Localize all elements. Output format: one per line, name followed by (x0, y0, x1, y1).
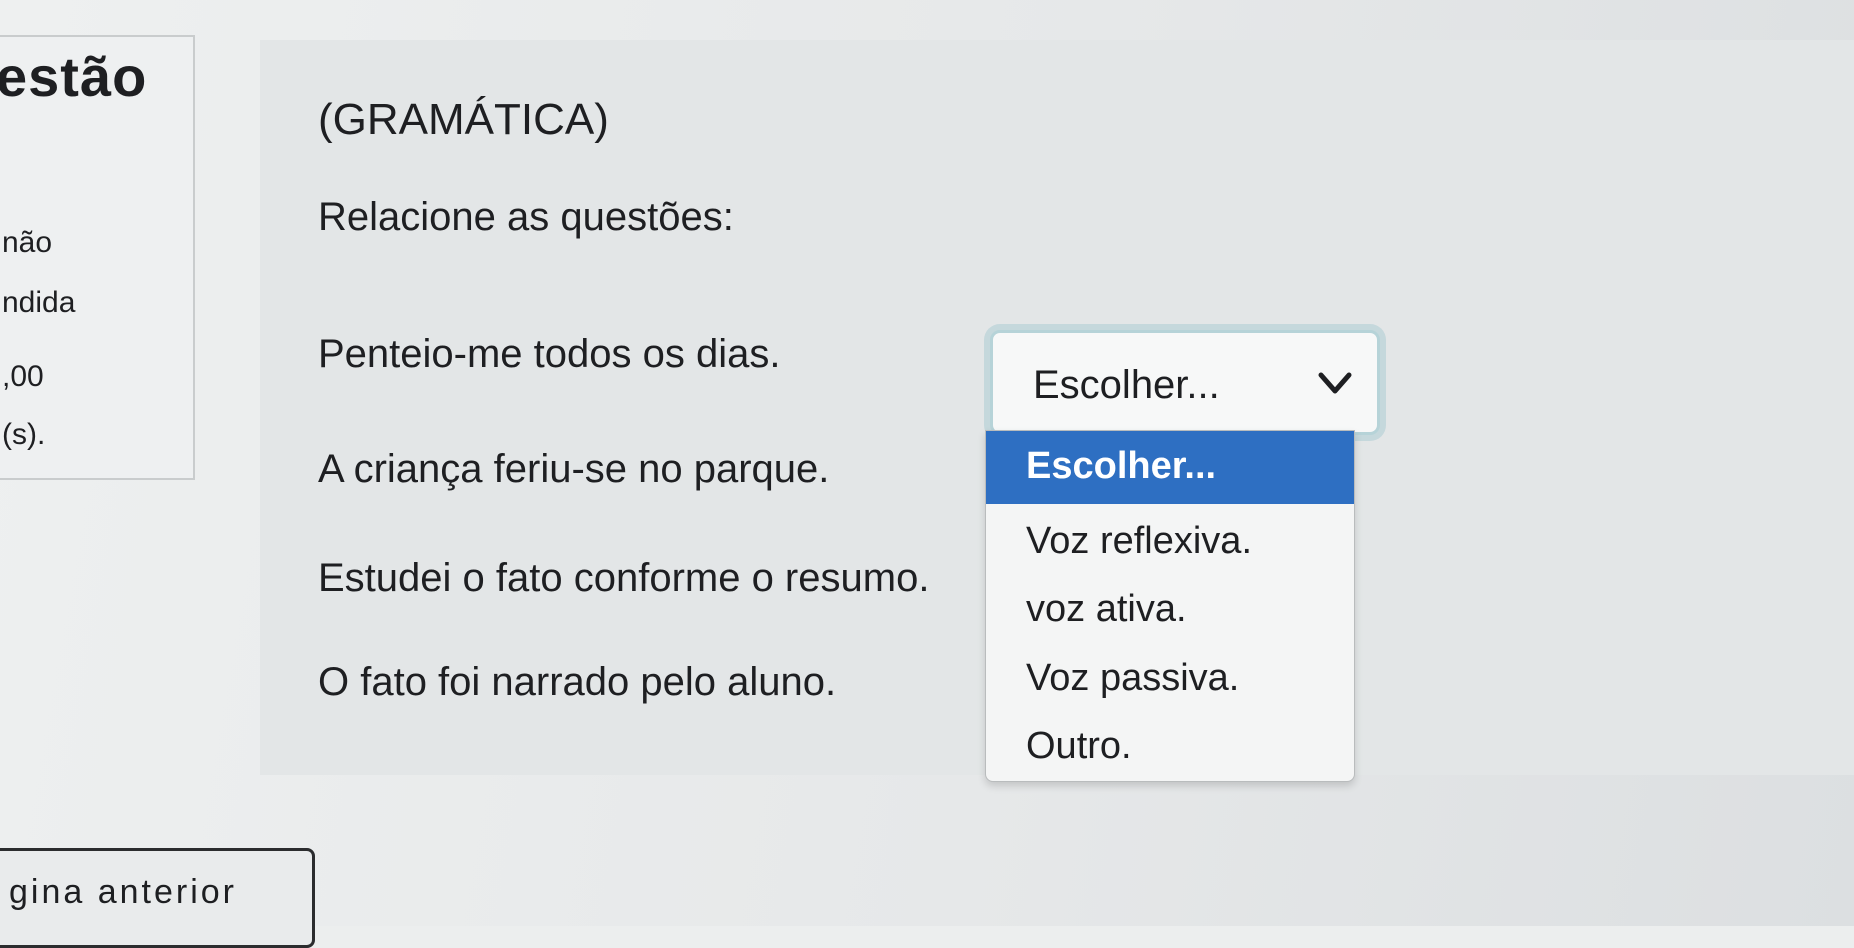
match-prompt-1: Penteio-me todos os dias. (318, 332, 781, 376)
question-instructions: Relacione as questões: (318, 195, 734, 239)
dropdown-option-voz-reflexiva[interactable]: Voz reflexiva. (986, 506, 1354, 576)
match-prompt-4: O fato foi narrado pelo aluno. (318, 660, 837, 704)
previous-page-button[interactable]: gina anterior (0, 848, 315, 948)
question-number-title: estão (0, 45, 148, 108)
dropdown-option-voz-ativa[interactable]: voz ativa. (986, 574, 1354, 644)
question-grade: ,00 (2, 360, 44, 393)
answer-select-1[interactable]: Escolher... (990, 330, 1380, 435)
select-current-value: Escolher... (1033, 363, 1220, 407)
question-status: não (2, 226, 53, 259)
match-prompt-2: A criança feriu-se no parque. (318, 447, 830, 491)
question-points-suffix: (s). (2, 418, 46, 451)
previous-page-label: gina anterior (9, 873, 238, 911)
question-answer-status: ndida (2, 286, 76, 319)
dropdown-option-voz-passiva[interactable]: Voz passiva. (986, 643, 1354, 713)
select-dropdown-list: Escolher... Voz reflexiva. voz ativa. Vo… (985, 430, 1355, 782)
chevron-down-icon (1318, 372, 1352, 394)
dropdown-option-outro[interactable]: Outro. (986, 711, 1354, 781)
match-prompt-3: Estudei o fato conforme o resumo. (318, 556, 930, 600)
question-heading: (GRAMÁTICA) (318, 95, 609, 144)
dropdown-option-escolher[interactable]: Escolher... (986, 431, 1354, 504)
